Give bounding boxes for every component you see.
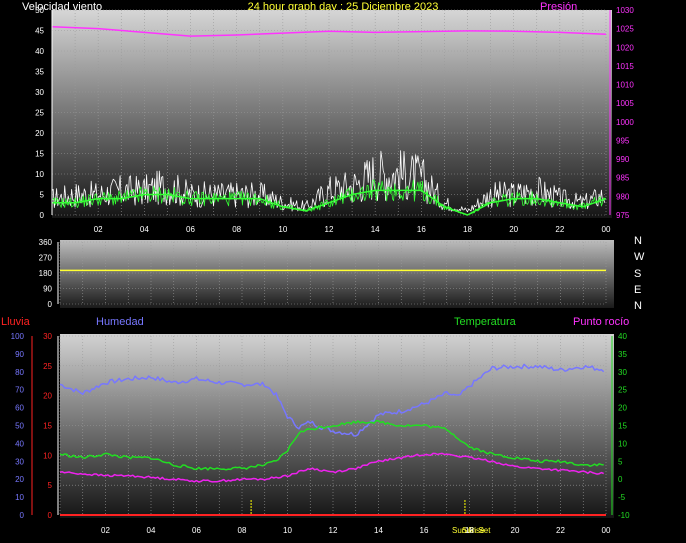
pressure-y-tick-label: 990	[616, 155, 630, 164]
wind-x-tick-label: 10	[278, 225, 287, 234]
temp-x-tick-label: 14	[374, 526, 383, 535]
wind-x-tick-label: 18	[463, 225, 472, 234]
rain-y-tick-label: 20	[43, 392, 52, 401]
temperature-y-tick-label: 30	[618, 368, 627, 377]
rain-y-tick-label: 0	[48, 511, 53, 520]
temp-x-tick-label: 18	[465, 526, 474, 535]
wind-y-tick-label: 20	[35, 129, 44, 138]
pressure-y-tick-label: 1025	[616, 25, 634, 34]
direction-y-tick-label: 270	[39, 254, 53, 263]
wind-y-tick-label: 25	[35, 109, 44, 118]
direction-y-tick-label: 90	[43, 285, 52, 294]
temperature-y-tick-label: -10	[618, 511, 630, 520]
weather-graph: Velocidad viento 24 hour graph day : 25 …	[0, 0, 686, 543]
pressure-y-tick-label: 980	[616, 192, 630, 201]
humidity-y-tick-label: 100	[11, 332, 25, 341]
wind-y-tick-label: 0	[40, 211, 45, 220]
humidity-y-tick-label: 10	[15, 493, 24, 502]
pressure-y-tick-label: 1000	[616, 118, 634, 127]
compass-n-top: N	[634, 235, 642, 247]
humidity-y-tick-label: 50	[15, 422, 24, 431]
wind-y-tick-label: 10	[35, 170, 44, 179]
humidity-y-tick-label: 70	[15, 386, 24, 395]
wind-y-tick-label: 15	[35, 150, 44, 159]
temp-x-tick-label: 22	[556, 526, 565, 535]
wind-x-tick-label: 22	[555, 225, 564, 234]
wind-y-tick-label: 50	[35, 6, 44, 15]
temperature-label: Temperatura	[454, 316, 517, 328]
pressure-y-tick-label: 1015	[616, 62, 634, 71]
temperature-y-tick-label: 25	[618, 386, 627, 395]
rain-y-tick-label: 5	[48, 481, 53, 490]
compass-e: E	[634, 284, 641, 296]
wind-x-tick-label: 06	[186, 225, 195, 234]
direction-y-tick-label: 180	[39, 269, 53, 278]
pressure-y-tick-label: 1005	[616, 99, 634, 108]
dewpoint-label: Punto rocío	[573, 316, 629, 328]
wind-x-tick-label: 02	[94, 225, 103, 234]
wind-y-tick-label: 5	[40, 191, 45, 200]
temperature-y-tick-label: 10	[618, 439, 627, 448]
temperature-y-tick-label: 15	[618, 422, 627, 431]
rain-y-tick-label: 10	[43, 451, 52, 460]
temp-x-tick-label: 16	[420, 526, 429, 535]
wind-y-tick-label: 30	[35, 88, 44, 97]
compass-w: W	[634, 251, 645, 263]
wind-x-tick-label: 08	[232, 225, 241, 234]
wind-x-tick-label: 04	[140, 225, 149, 234]
temperature-y-tick-label: -5	[618, 493, 626, 502]
rain-y-tick-label: 15	[43, 422, 52, 431]
humidity-y-tick-label: 80	[15, 368, 24, 377]
temp-x-tick-label: 12	[329, 526, 338, 535]
direction-panel	[60, 240, 614, 308]
temp-x-tick-label: 06	[192, 526, 201, 535]
temp-x-tick-label: 20	[511, 526, 520, 535]
wind-x-tick-label: 00	[602, 225, 611, 234]
pressure-y-tick-label: 1010	[616, 81, 634, 90]
temperature-y-tick-label: 0	[618, 475, 623, 484]
wind-y-tick-label: 35	[35, 68, 44, 77]
wind-y-tick-label: 45	[35, 27, 44, 36]
temperature-y-tick-label: 40	[618, 332, 627, 341]
wind-x-tick-label: 16	[417, 225, 426, 234]
temp-x-tick-label: 10	[283, 526, 292, 535]
humidity-y-tick-label: 20	[15, 475, 24, 484]
wind-y-tick-label: 40	[35, 47, 44, 56]
humidity-y-tick-label: 0	[20, 511, 25, 520]
humidity-y-tick-label: 30	[15, 457, 24, 466]
temp-x-tick-label: 04	[147, 526, 156, 535]
rain-y-tick-label: 30	[43, 332, 52, 341]
rain-y-tick-label: 25	[43, 362, 52, 371]
temp-x-tick-label: 02	[101, 526, 110, 535]
direction-y-tick-label: 360	[39, 238, 53, 247]
humidity-y-tick-label: 60	[15, 404, 24, 413]
pressure-y-tick-label: 985	[616, 174, 630, 183]
temp-x-tick-label: 00	[602, 526, 611, 535]
temperature-y-tick-label: 35	[618, 350, 627, 359]
humidity-y-tick-label: 40	[15, 439, 24, 448]
compass-n-bottom: N	[634, 300, 642, 312]
direction-y-tick-label: 0	[48, 300, 53, 309]
temperature-y-tick-label: 20	[618, 404, 627, 413]
pressure-y-tick-label: 1020	[616, 43, 634, 52]
pressure-y-tick-label: 1030	[616, 6, 634, 15]
humidity-y-tick-label: 90	[15, 350, 24, 359]
wind-x-tick-label: 14	[371, 225, 380, 234]
temp-x-tick-label: 08	[238, 526, 247, 535]
temperature-y-tick-label: 5	[618, 457, 623, 466]
compass-s: S	[634, 268, 641, 280]
humidity-label: Humedad	[96, 316, 144, 328]
pressure-y-tick-label: 995	[616, 136, 630, 145]
rain-label: Lluvia	[1, 316, 31, 328]
weather-chart-svg: Velocidad viento 24 hour graph day : 25 …	[1, 1, 645, 535]
pressure-y-tick-label: 975	[616, 211, 630, 220]
wind-x-tick-label: 20	[509, 225, 518, 234]
wind-x-tick-label: 12	[325, 225, 334, 234]
